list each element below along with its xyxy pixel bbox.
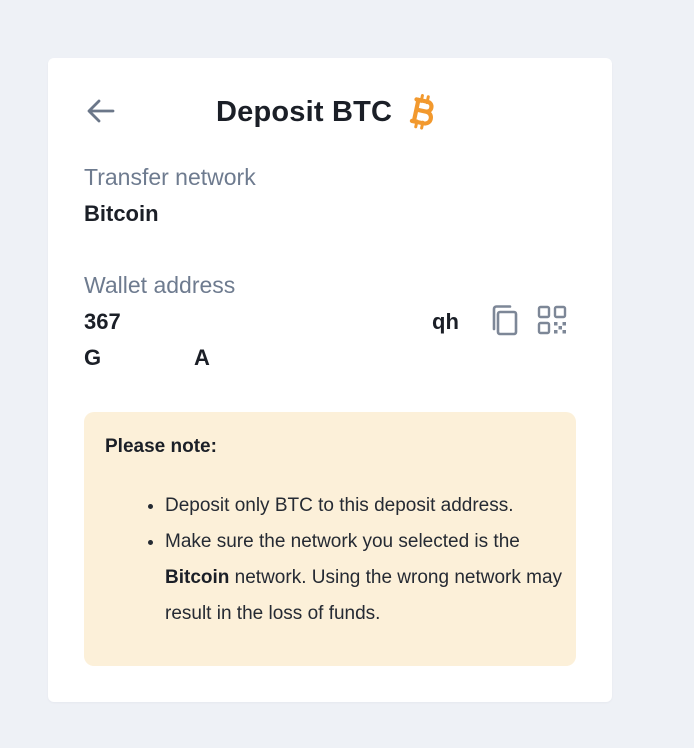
note-title: Please note:: [105, 436, 217, 457]
title-group: Deposit BTC: [216, 92, 438, 132]
arrow-left-icon: [87, 99, 115, 123]
note-item-2-before: Make sure the network you selected is th…: [165, 531, 520, 552]
wallet-address-label: Wallet address: [84, 272, 236, 298]
wallet-address-start: 367: [84, 309, 121, 334]
wallet-address-line-1-end: qh: [432, 309, 459, 335]
warning-note: Please note: Deposit only BTC to this de…: [84, 412, 576, 666]
bitcoin-logo-icon: [408, 94, 438, 130]
note-item-network-warning: Make sure the network you selected is th…: [165, 524, 565, 632]
deposit-card: Deposit BTC Transfer network Bitcoin Wal…: [48, 58, 612, 702]
qr-code-icon: [537, 305, 567, 335]
wallet-address-line-2: G: [84, 345, 101, 371]
note-item-2-network: Bitcoin: [165, 567, 230, 588]
page-title: Deposit BTC: [216, 95, 393, 128]
wallet-address-end: qh: [432, 309, 459, 334]
show-qr-code-button[interactable]: [535, 303, 569, 337]
copy-address-button[interactable]: [488, 303, 522, 337]
wallet-address-line2-start: G: [84, 345, 102, 370]
note-item-1-text: Deposit only BTC to this deposit address…: [165, 495, 514, 516]
transfer-network-value: Bitcoin: [84, 201, 159, 226]
transfer-network-label: Transfer network: [84, 164, 256, 190]
note-item-deposit-only: Deposit only BTC to this deposit address…: [165, 488, 565, 524]
copy-icon: [492, 305, 518, 336]
wallet-address-line2-end: A: [194, 345, 210, 370]
note-list: Deposit only BTC to this deposit address…: [105, 488, 565, 632]
back-button[interactable]: [84, 96, 118, 126]
card-header: Deposit BTC: [48, 58, 612, 168]
wallet-address-line-2-end: A: [194, 345, 210, 371]
wallet-address-line-1: 367: [84, 309, 121, 335]
